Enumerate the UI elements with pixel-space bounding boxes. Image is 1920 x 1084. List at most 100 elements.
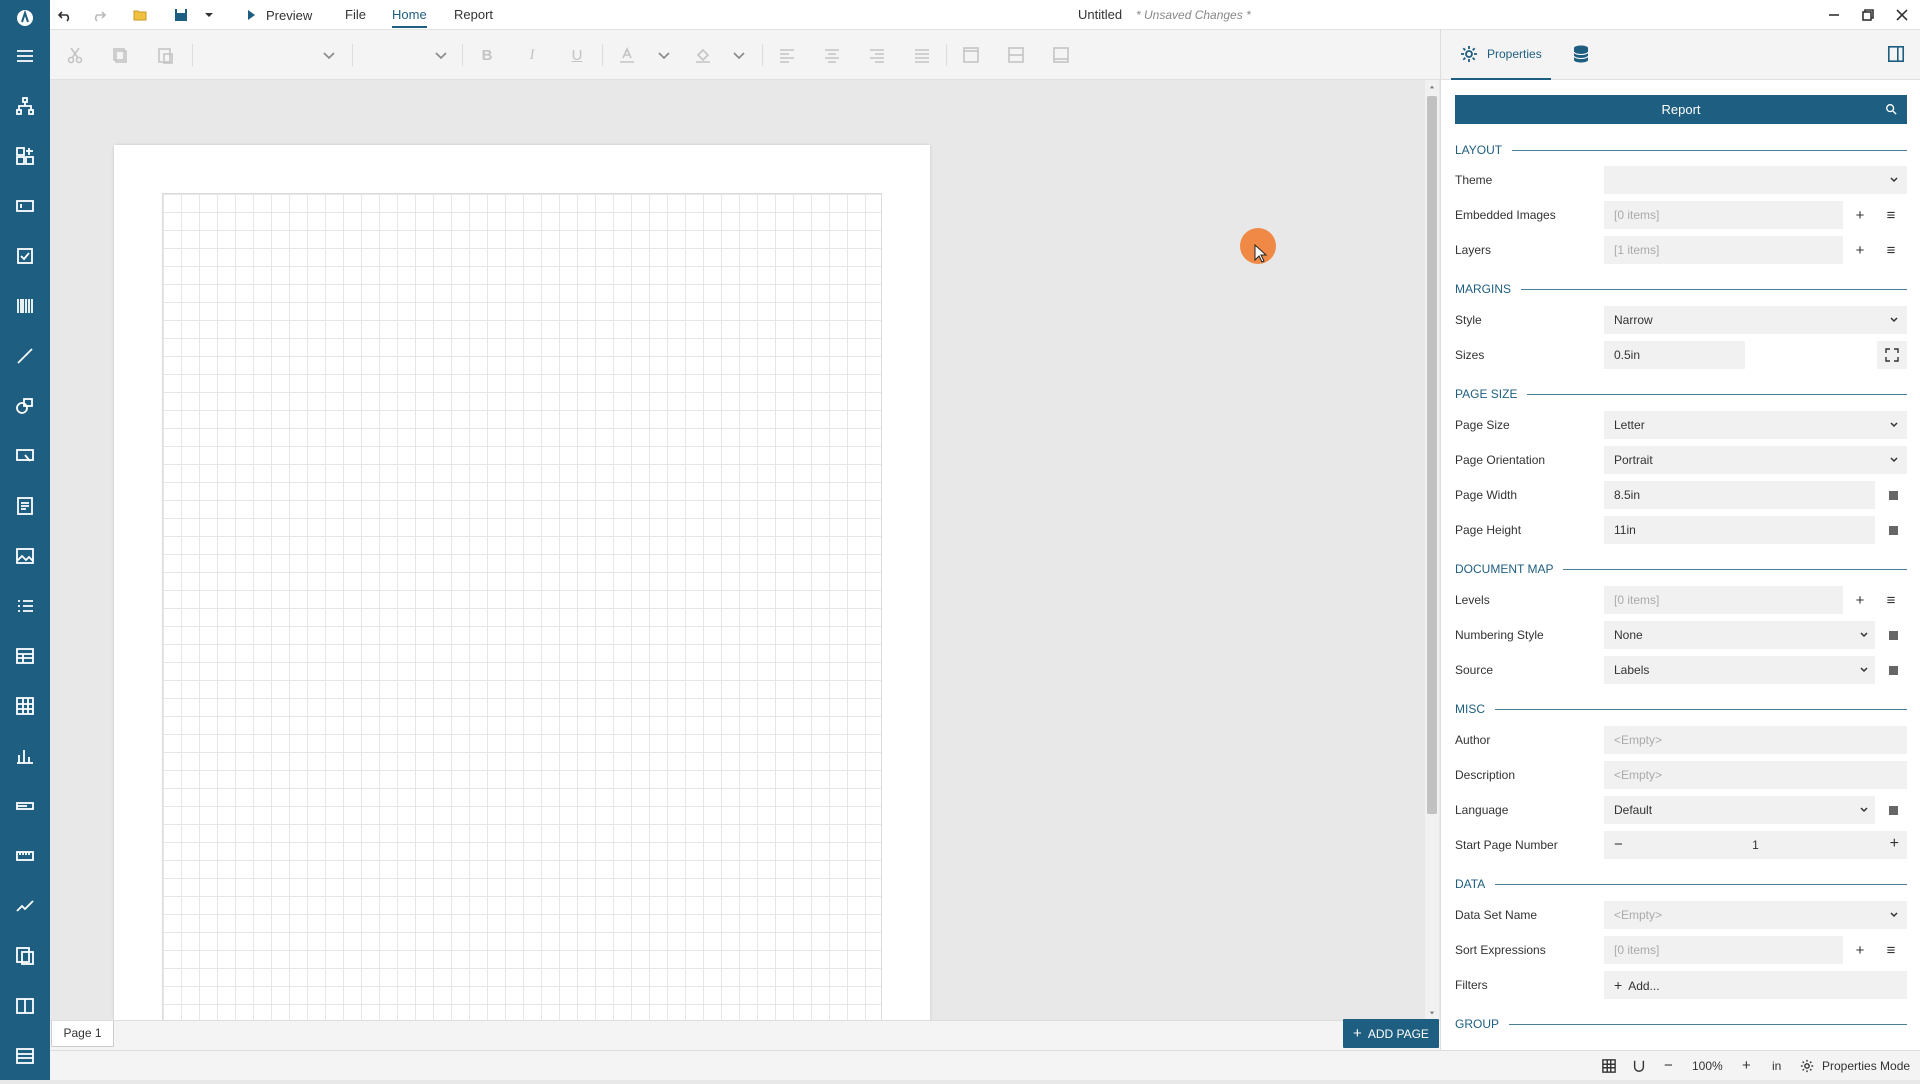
align-right-icon[interactable]	[866, 44, 888, 66]
bold-icon[interactable]: B	[476, 44, 498, 66]
section-misc[interactable]: MISC	[1455, 700, 1907, 718]
start-page-number-stepper[interactable]: − 1 +	[1604, 831, 1907, 859]
add-filter-button[interactable]: + Add...	[1604, 971, 1907, 999]
snap-magnet-icon[interactable]	[1632, 1051, 1648, 1081]
copy-icon[interactable]	[109, 44, 131, 66]
margin-style-select[interactable]: Narrow	[1604, 306, 1907, 334]
menu-report[interactable]: Report	[454, 0, 493, 30]
paste-icon[interactable]	[154, 44, 176, 66]
ruler-icon[interactable]	[0, 836, 50, 876]
open-folder-icon[interactable]	[131, 4, 149, 26]
scroll-down-icon[interactable]	[1425, 1008, 1439, 1018]
line-icon[interactable]	[0, 336, 50, 376]
author-field[interactable]: <Empty>	[1604, 726, 1907, 754]
add-level-icon[interactable]: +	[1852, 592, 1868, 609]
hierarchy-icon[interactable]	[0, 86, 50, 126]
add-page-button[interactable]: + ADD PAGE	[1343, 1019, 1439, 1048]
unit-label[interactable]: in	[1772, 1051, 1781, 1081]
background-color-chevron-icon[interactable]	[728, 44, 750, 66]
checkbox-icon[interactable]	[0, 236, 50, 276]
levels-field[interactable]: [0 items]	[1604, 586, 1843, 614]
menu-home[interactable]: Home	[392, 0, 427, 28]
sort-expressions-list-icon[interactable]: ≡	[1883, 942, 1899, 959]
page-size-select[interactable]: Letter	[1604, 411, 1907, 439]
banded-list-icon[interactable]	[0, 1036, 50, 1076]
save-icon[interactable]	[172, 4, 190, 26]
embedded-images-field[interactable]: [0 items]	[1604, 201, 1843, 229]
barcode-icon[interactable]	[0, 286, 50, 326]
page-tab-1[interactable]: Page 1	[51, 1021, 114, 1047]
menu-file[interactable]: File	[345, 0, 366, 30]
text-color-chevron-icon[interactable]	[653, 44, 675, 66]
theme-select[interactable]	[1604, 166, 1907, 194]
numbering-style-reset-icon[interactable]	[1889, 631, 1898, 640]
report-page[interactable]	[114, 145, 930, 1023]
language-select[interactable]: Default	[1604, 796, 1875, 824]
save-options-chevron-icon[interactable]	[202, 4, 216, 26]
page-width-field[interactable]: 8.5in	[1604, 481, 1875, 509]
description-field[interactable]: <Empty>	[1604, 761, 1907, 789]
textbox-icon[interactable]	[0, 186, 50, 226]
input-field-icon[interactable]	[0, 436, 50, 476]
page-body-grid[interactable]	[162, 193, 882, 1023]
cut-icon[interactable]	[64, 44, 86, 66]
shape-icon[interactable]	[0, 386, 50, 426]
increment-icon[interactable]: +	[1890, 835, 1899, 853]
background-color-icon[interactable]	[692, 44, 714, 66]
bullet-icon[interactable]	[0, 786, 50, 826]
italic-icon[interactable]: I	[521, 44, 543, 66]
start-page-number-value[interactable]: 1	[1604, 831, 1907, 859]
font-family-chevron-icon[interactable]	[318, 44, 340, 66]
align-left-icon[interactable]	[776, 44, 798, 66]
restore-icon[interactable]	[1860, 4, 1876, 26]
section-layout[interactable]: LAYOUT	[1455, 141, 1907, 159]
page-width-reset-icon[interactable]	[1889, 491, 1898, 500]
valign-bottom-icon[interactable]	[1050, 44, 1072, 66]
page-height-field[interactable]: 11in	[1604, 516, 1875, 544]
section-margins[interactable]: MARGINS	[1455, 280, 1907, 298]
section-page-size[interactable]: PAGE SIZE	[1455, 385, 1907, 403]
list-icon[interactable]	[0, 586, 50, 626]
numbering-style-select[interactable]: None	[1604, 621, 1875, 649]
source-select[interactable]: Labels	[1604, 656, 1875, 684]
embedded-images-list-icon[interactable]: ≡	[1883, 207, 1899, 224]
zoom-in-icon[interactable]: +	[1742, 1051, 1756, 1081]
table-icon[interactable]	[0, 636, 50, 676]
sort-expressions-field[interactable]: [0 items]	[1604, 936, 1843, 964]
margin-sizes-field[interactable]: 0.5in	[1604, 341, 1745, 369]
canvas-scrollbar-thumb[interactable]	[1427, 96, 1437, 814]
tablix-icon[interactable]	[0, 686, 50, 726]
section-data[interactable]: DATA	[1455, 875, 1907, 893]
scroll-up-icon[interactable]	[1425, 82, 1439, 92]
zoom-level[interactable]: 100%	[1692, 1051, 1723, 1081]
section-document-map[interactable]: DOCUMENT MAP	[1455, 560, 1907, 578]
preview-button[interactable]: Preview	[244, 4, 314, 26]
redo-icon[interactable]	[90, 4, 108, 26]
add-sort-expression-icon[interactable]: +	[1852, 942, 1868, 959]
close-icon[interactable]	[1894, 4, 1910, 26]
report-selector-button[interactable]: Report	[1455, 95, 1907, 124]
grid-toggle-icon[interactable]	[1602, 1051, 1618, 1081]
layers-list-icon[interactable]: ≡	[1883, 242, 1899, 259]
image-icon[interactable]	[0, 536, 50, 576]
valign-top-icon[interactable]	[960, 44, 982, 66]
section-group[interactable]: GROUP	[1455, 1015, 1907, 1033]
undo-icon[interactable]	[56, 4, 74, 26]
tab-properties[interactable]: Properties	[1451, 30, 1551, 80]
underline-icon[interactable]: U	[566, 44, 588, 66]
page-height-reset-icon[interactable]	[1889, 526, 1898, 535]
rich-text-icon[interactable]	[0, 486, 50, 526]
sparkline-icon[interactable]	[0, 886, 50, 926]
data-set-name-select[interactable]: <Empty>	[1604, 901, 1907, 929]
layers-field[interactable]: [1 items]	[1604, 236, 1843, 264]
add-embedded-image-icon[interactable]: +	[1852, 207, 1868, 224]
hamburger-menu-icon[interactable]	[0, 36, 50, 76]
search-icon[interactable]	[1885, 103, 1897, 115]
subreport-icon[interactable]	[0, 936, 50, 976]
chart-icon[interactable]	[0, 736, 50, 776]
zoom-out-icon[interactable]: −	[1664, 1051, 1678, 1081]
align-center-icon[interactable]	[821, 44, 843, 66]
properties-mode-toggle[interactable]: Properties Mode	[1822, 1051, 1910, 1081]
split-view-icon[interactable]	[0, 986, 50, 1026]
levels-list-icon[interactable]: ≡	[1883, 592, 1899, 609]
